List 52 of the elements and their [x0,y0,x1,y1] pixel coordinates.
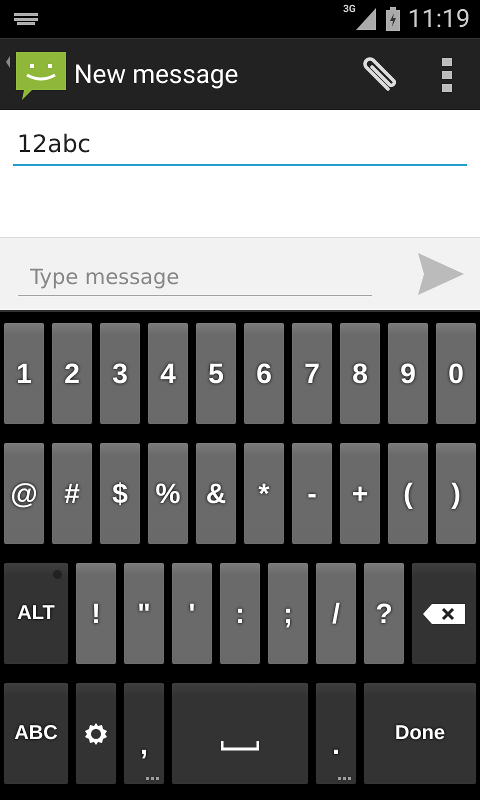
keyboard-key[interactable]: ( [388,443,428,544]
keyboard-key[interactable]: 2 [52,323,92,424]
keyboard-key[interactable]: ? [364,563,404,664]
keyboard-key[interactable]: * [244,443,284,544]
keyboard-key[interactable]: 4 [148,323,188,424]
keyboard-key[interactable]: 8 [340,323,380,424]
settings-key[interactable] [76,683,116,784]
keyboard-key[interactable]: 0 [436,323,476,424]
network-type: 3G [343,4,356,15]
keyboard-key[interactable]: . [316,683,356,784]
done-key[interactable]: Done [364,683,476,784]
keyboard-key[interactable]: " [124,563,164,664]
screen-title: New message [74,60,238,90]
keyboard-key[interactable]: 7 [292,323,332,424]
compose-bar[interactable]: Type message [0,237,480,310]
keyboard-key[interactable]: - [292,443,332,544]
keyboard-key[interactable]: & [196,443,236,544]
keyboard-key[interactable]: : [220,563,260,664]
alt-key[interactable]: ALT [4,563,68,664]
backspace-key[interactable] [412,563,476,664]
app-logo-icon[interactable] [6,50,68,100]
keyboard-key[interactable]: / [316,563,356,664]
message-field[interactable]: Type message [18,258,372,296]
keyboard-key[interactable]: 5 [196,323,236,424]
mode-key[interactable]: ABC [4,683,68,784]
recipient-panel[interactable]: 12abc [0,110,480,237]
keyboard-key[interactable]: @ [4,443,44,544]
recipient-field[interactable]: 12abc [13,124,467,166]
keyboard-key[interactable]: 3 [100,323,140,424]
keyboard-key[interactable]: , [124,683,164,784]
backspace-icon [423,604,465,624]
battery-icon [386,7,400,31]
clock: 11:19 [408,4,470,34]
keyboard-key[interactable]: 9 [388,323,428,424]
keyboard-key[interactable]: ) [436,443,476,544]
keyboard-key[interactable]: % [148,443,188,544]
space-icon [221,740,259,750]
keyboard-key[interactable]: 6 [244,323,284,424]
keyboard-key[interactable]: ; [268,563,308,664]
keyboard-key[interactable]: $ [100,443,140,544]
keyboard-key[interactable]: ' [172,563,212,664]
keyboard-key[interactable]: 1 [4,323,44,424]
keyboard-key[interactable]: + [340,443,380,544]
more-icon [338,777,352,781]
overflow-menu-icon[interactable] [442,58,452,92]
more-icon [146,777,160,781]
keyboard-key[interactable]: ! [76,563,116,664]
keyboard-icon [14,13,38,25]
signal-icon [356,8,376,30]
indicator-light [53,570,62,579]
keyboard-key[interactable]: # [52,443,92,544]
settings-icon [84,722,108,746]
